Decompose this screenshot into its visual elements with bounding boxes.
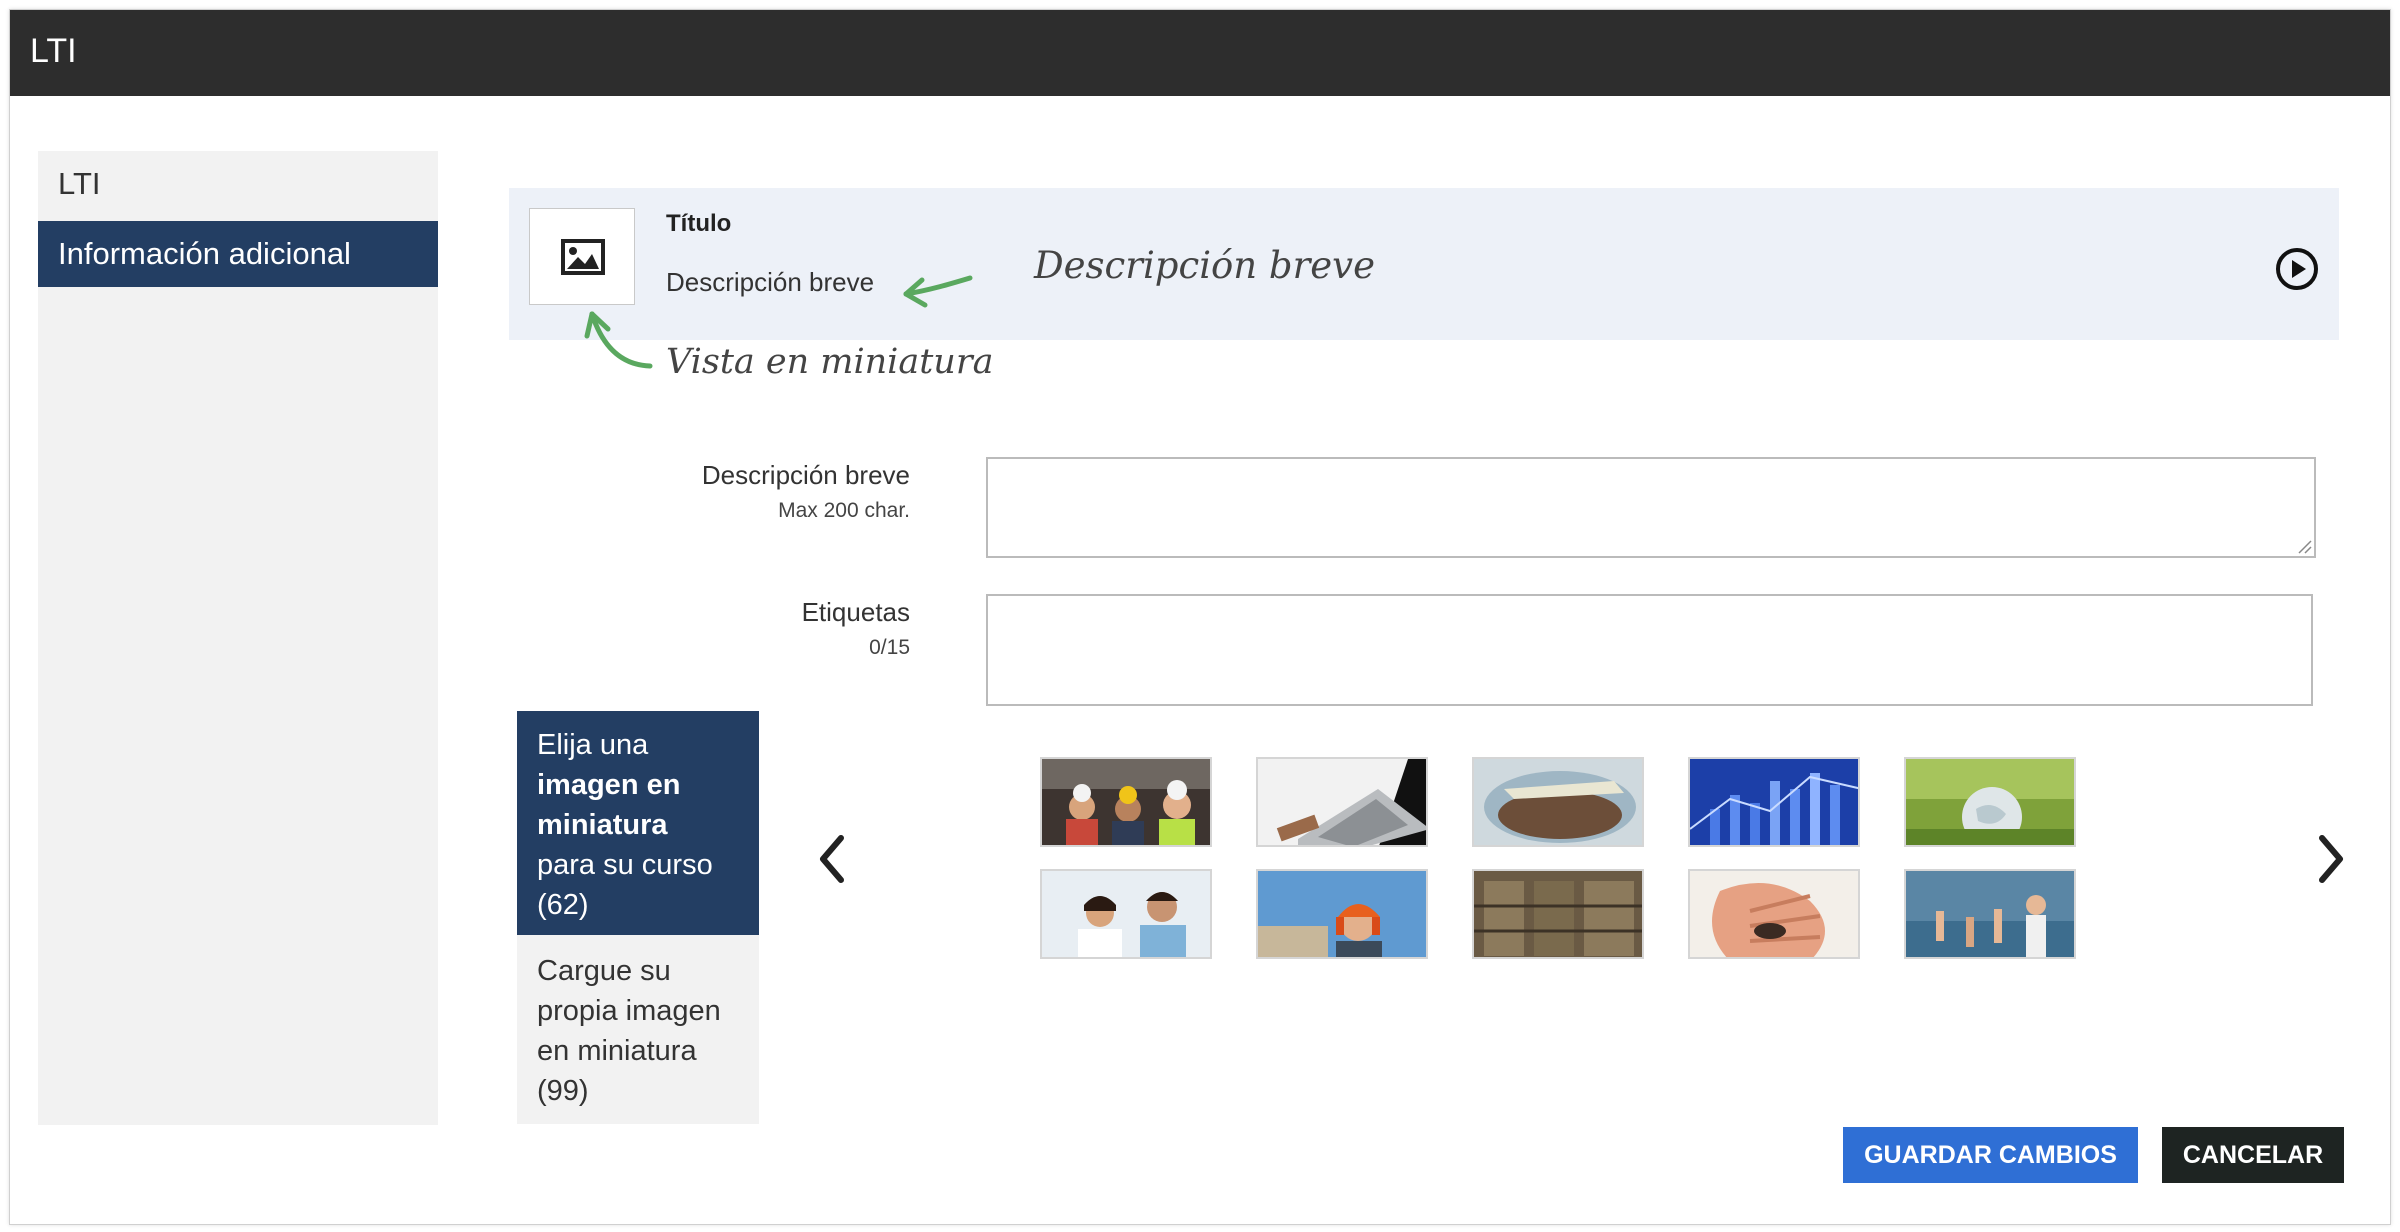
doctors-photo[interactable] bbox=[1040, 869, 1212, 959]
preview-short-description: Descripción breve bbox=[666, 267, 875, 297]
dialog-title: LTI bbox=[30, 32, 77, 70]
sidebar: LTI Información adicional bbox=[38, 151, 438, 1125]
course-preview-card: Título Descripción breve Descripción bre… bbox=[509, 188, 2339, 340]
cancel-button[interactable]: CANCELAR bbox=[2162, 1127, 2344, 1183]
warehouse-photo[interactable] bbox=[1472, 869, 1644, 959]
engineer-photo[interactable] bbox=[1256, 869, 1428, 959]
tab-choose-thumbnail[interactable]: Elija una imagen en miniatura para su cu… bbox=[517, 711, 759, 935]
tags-label: Etiquetas bbox=[801, 597, 910, 627]
play-circle-icon[interactable] bbox=[2274, 246, 2320, 292]
tab-choose-bold-text: imagen en miniatura bbox=[537, 769, 681, 841]
tab-upload-thumbnail[interactable]: Cargue su propia imagen en miniatura (99… bbox=[517, 935, 759, 1124]
sidebar-item-label: LTI bbox=[58, 166, 101, 201]
save-button[interactable]: GUARDAR CAMBIOS bbox=[1843, 1127, 2138, 1183]
cancel-button-label: CANCELAR bbox=[2182, 1140, 2324, 1169]
tags-counter: 0/15 bbox=[869, 636, 910, 659]
annotation-description: Descripción breve bbox=[1034, 244, 1375, 287]
sidebar-item-lti[interactable]: LTI bbox=[38, 151, 438, 217]
sidebar-item-additional-info[interactable]: Información adicional bbox=[38, 221, 438, 287]
chart-photo[interactable] bbox=[1688, 757, 1860, 847]
tab-choose-count-text: para su curso (62) bbox=[537, 849, 713, 921]
dialog-titlebar: LTI bbox=[10, 10, 2390, 96]
laptop-photo[interactable] bbox=[1256, 757, 1428, 847]
hand-photo[interactable] bbox=[1688, 869, 1860, 959]
short-description-label-group: Descripción breve Max 200 char. bbox=[702, 460, 910, 523]
classroom-photo[interactable] bbox=[1904, 869, 2076, 959]
tags-input[interactable] bbox=[986, 594, 2313, 706]
sidebar-item-label: Información adicional bbox=[58, 236, 351, 271]
workers-photo[interactable] bbox=[1040, 757, 1212, 847]
save-button-label: GUARDAR CAMBIOS bbox=[1864, 1140, 2117, 1169]
resize-handle-icon[interactable] bbox=[2296, 538, 2312, 554]
short-description-hint: Max 200 char. bbox=[778, 499, 910, 522]
image-icon bbox=[561, 239, 605, 275]
annotation-thumbnail: Vista en miniatura bbox=[666, 342, 994, 382]
tags-label-group: Etiquetas 0/15 bbox=[802, 597, 910, 660]
grain-photo[interactable] bbox=[1472, 757, 1644, 847]
short-description-input[interactable] bbox=[986, 457, 2316, 558]
preview-thumbnail bbox=[529, 208, 635, 305]
chevron-right-icon[interactable] bbox=[2316, 834, 2346, 884]
short-description-label: Descripción breve bbox=[701, 460, 910, 490]
globe-grass-photo[interactable] bbox=[1904, 757, 2076, 847]
preview-title: Título bbox=[666, 210, 732, 237]
tab-upload-text: Cargue su propia imagen en miniatura (99… bbox=[537, 955, 721, 1107]
tab-choose-text: Elija una bbox=[537, 729, 649, 761]
chevron-left-icon[interactable] bbox=[817, 834, 847, 884]
